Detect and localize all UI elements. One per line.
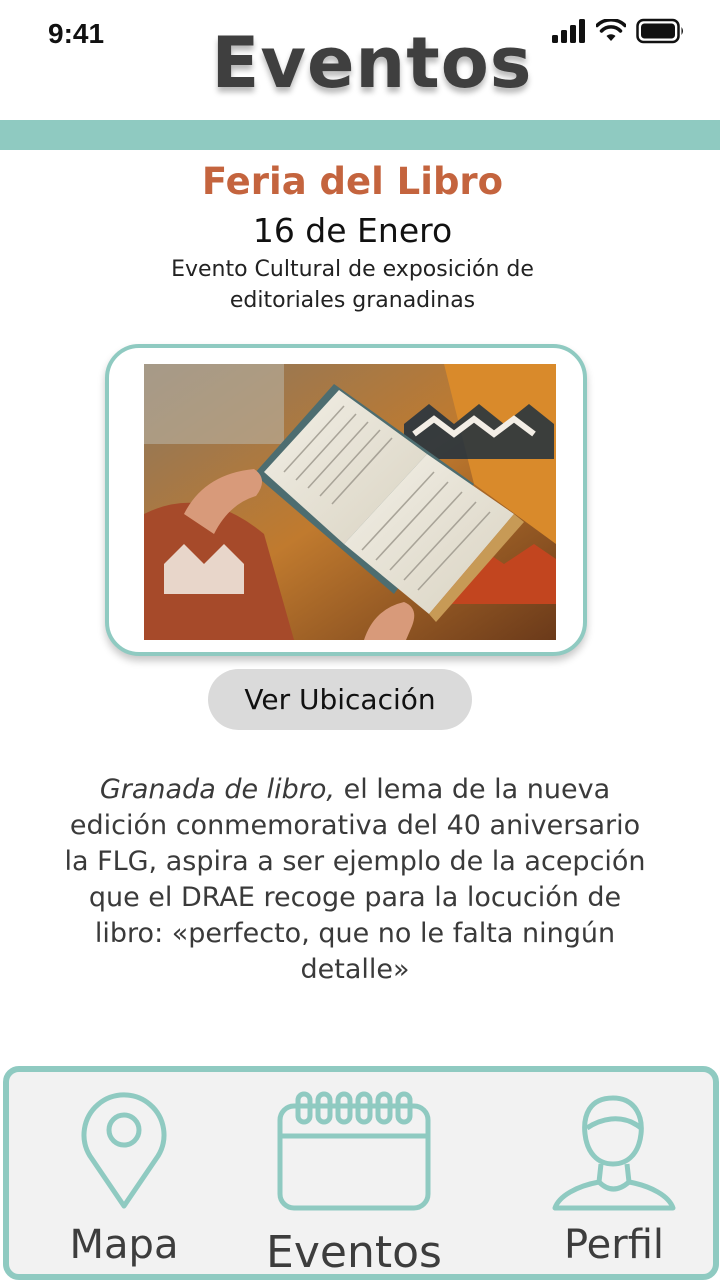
event-description: Granada de libro, el lema de la nueva ed… — [60, 772, 650, 988]
user-icon — [552, 1095, 676, 1211]
bottom-nav: Mapa Eventos Perfil — [3, 1066, 719, 1280]
event-subtitle: Evento Cultural de exposición de editori… — [171, 257, 534, 313]
map-pin-icon — [81, 1092, 167, 1209]
page-title: Eventos — [211, 22, 533, 104]
event-title: Feria del Libro — [201, 160, 504, 203]
view-location-button[interactable]: Ver Ubicación — [208, 669, 472, 730]
nav-item-mapa[interactable]: Mapa — [39, 1072, 209, 1280]
event-image-card — [105, 344, 587, 656]
description-body: el lema de la nueva edición conmemorativ… — [64, 774, 646, 985]
nav-item-eventos[interactable]: Eventos — [249, 1072, 459, 1280]
calendar-icon — [277, 1091, 431, 1211]
nav-label-perfil: Perfil — [563, 1222, 665, 1268]
description-lead: Granada de libro, — [99, 774, 335, 805]
nav-label-eventos: Eventos — [266, 1227, 442, 1278]
event-image — [144, 364, 556, 640]
nav-item-perfil[interactable]: Perfil — [529, 1072, 699, 1280]
nav-label-mapa: Mapa — [69, 1222, 179, 1268]
accent-band — [0, 120, 720, 150]
event-date: 16 de Enero — [252, 211, 453, 250]
